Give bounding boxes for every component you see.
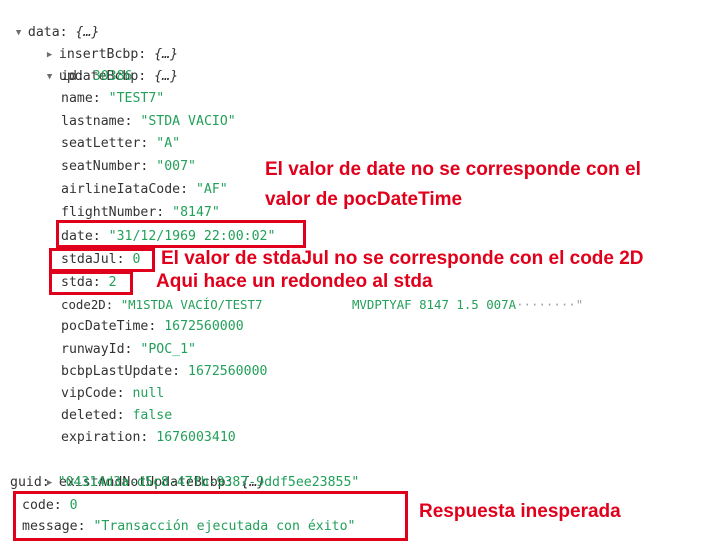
field-value: false (132, 408, 173, 423)
field-value: "8147" (172, 205, 220, 220)
field-key: code2D (61, 297, 106, 312)
field-value: null (132, 386, 165, 401)
field-value: 30386 (92, 69, 133, 84)
field-seatnumber: seatNumber: "007" (61, 159, 196, 174)
tree-node-updatebcbp[interactable]: ▼ updateBcbp: {…} (31, 44, 178, 84)
field-airlineiatacode: airlineIataCode: "AF" (61, 182, 228, 197)
field-value: "A" (156, 136, 181, 151)
field-vipcode: vipCode: null (61, 386, 165, 401)
field-value: 1676003410 (156, 430, 236, 445)
field-lastname: lastname: "STDA VACIO" (61, 114, 236, 129)
field-expiration: expiration: 1676003410 (61, 430, 236, 445)
field-value: "04314d3a-d5c8-47fb-9387-9ddf5ee23855" (57, 475, 360, 490)
field-pocdatetime: pocDateTime: 1672560000 (61, 319, 244, 334)
field-value: "TEST7" (108, 91, 165, 106)
field-value: "007" (156, 159, 196, 174)
field-value: "POC_1" (140, 342, 196, 357)
field-value: "M1STDA VACÍO/TEST7 MVDPTYAF 8147 1.5 00… (120, 297, 517, 312)
tree-node-existandnotupdatebcbp[interactable]: ▶ existAndNotUpdateBcbp: {…} (31, 450, 265, 490)
field-value: "STDA VACIO" (140, 114, 236, 129)
annotation-stdajul: El valor de stdaJul no se corresponde co… (161, 248, 644, 269)
highlight-box-stda (49, 271, 133, 295)
field-runwayid: runwayId: "POC_1" (61, 342, 196, 357)
field-key: expiration (61, 430, 141, 445)
field-key: pocDateTime (61, 319, 149, 334)
field-key: seatNumber (61, 159, 141, 174)
field-key: id (61, 69, 77, 84)
field-bcbplastupdate: bcbpLastUpdate: 1672560000 (61, 364, 268, 379)
highlight-box-date (56, 220, 306, 248)
annotation-date-line1: El valor de date no se corresponde con e… (265, 159, 641, 180)
field-key: seatLetter (61, 136, 141, 151)
field-deleted: deleted: false (61, 408, 173, 423)
field-key: runwayId (61, 342, 125, 357)
field-key: name (61, 91, 93, 106)
field-code2d: code2D: "M1STDA VACÍO/TEST7 MVDPTYAF 814… (61, 297, 584, 312)
field-value: "AF" (195, 182, 228, 197)
field-id: id: 30386 (61, 69, 133, 84)
highlight-box-response (13, 491, 408, 541)
field-key: deleted (61, 408, 117, 423)
field-key: airlineIataCode (61, 182, 181, 197)
tree-node-data[interactable]: ▼ data: {…} (0, 0, 99, 40)
node-preview: {…} (154, 69, 179, 84)
tree-node-insertbcbp[interactable]: ▶ insertBcbp: {…} (31, 22, 178, 62)
annotation-stda: Aqui hace un redondeo al stda (156, 271, 433, 292)
triangle-down-icon[interactable]: ▼ (16, 22, 28, 44)
field-key: bcbpLastUpdate (61, 364, 173, 379)
triangle-down-icon[interactable]: ▼ (47, 66, 59, 88)
field-value-tail: ········" (516, 297, 584, 312)
colon: : (138, 69, 155, 84)
field-key: vipCode (61, 386, 117, 401)
field-key: flightNumber (61, 205, 157, 220)
field-name: name: "TEST7" (61, 91, 165, 106)
field-value: 1672560000 (188, 364, 268, 379)
field-value: 1672560000 (164, 319, 244, 334)
field-seatletter: seatLetter: "A" (61, 136, 181, 151)
annotation-response: Respuesta inesperada (419, 501, 621, 522)
highlight-box-stdajul (49, 248, 155, 272)
field-key: lastname (61, 114, 125, 129)
annotation-date-line2: valor de pocDateTime (265, 189, 463, 210)
field-key: guid (10, 475, 42, 490)
